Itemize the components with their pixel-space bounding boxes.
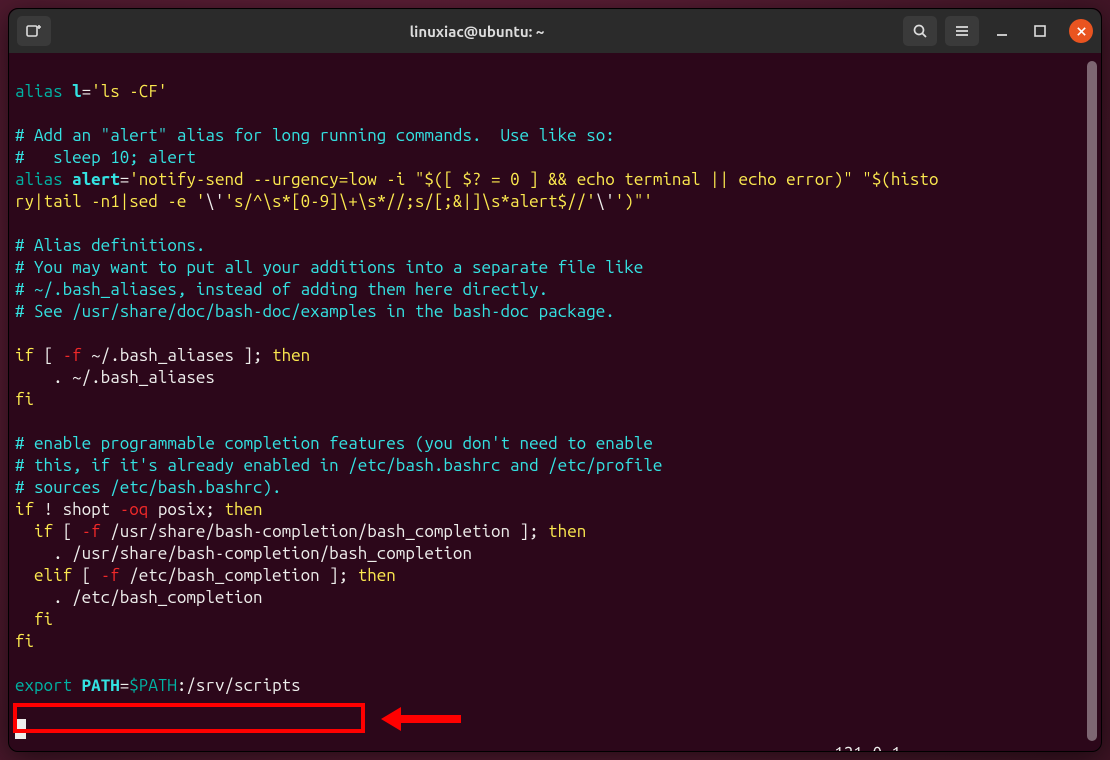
eq: = (82, 82, 92, 101)
comment: # enable programmable completion feature… (15, 434, 653, 453)
code-line: . ~/.bash_aliases (15, 368, 215, 387)
titlebar[interactable]: linuxiac@ubuntu: ~ (9, 9, 1101, 53)
comment: # See /usr/share/doc/bash-doc/examples i… (15, 302, 615, 321)
maximize-button[interactable] (1025, 16, 1055, 46)
alias-name: alert (63, 170, 120, 189)
comment: # You may want to put all your additions… (15, 258, 643, 277)
window-title: linuxiac@ubuntu: ~ (59, 23, 895, 40)
string: ry|tail -n1|sed -e ' (15, 192, 205, 211)
keyword-if: if (15, 346, 34, 365)
new-tab-icon (26, 23, 42, 39)
comment: # sources /etc/bash.bashrc). (15, 478, 282, 497)
keyword-alias: alias (15, 82, 63, 101)
keyword-then: then (224, 500, 262, 519)
keyword-alias: alias (15, 170, 63, 189)
close-icon (1076, 26, 1087, 37)
keyword-export: export (15, 676, 72, 695)
string: 'notify-send --urgency=low -i "$([ $? = … (129, 170, 938, 189)
cursor-position: 121,0-1 (834, 744, 901, 752)
hamburger-icon (954, 23, 970, 39)
alias-name: l (63, 82, 82, 101)
editor-content: alias l='ls -CF' # Add an "alert" alias … (15, 59, 1101, 741)
comment: # Add an "alert" alias for long running … (15, 126, 615, 145)
flag: -f (63, 346, 82, 365)
keyword-fi: fi (15, 610, 53, 629)
search-button[interactable] (903, 16, 937, 46)
minimize-button[interactable] (987, 16, 1017, 46)
flag: -oq (120, 500, 149, 519)
code-line: . /etc/bash_completion (15, 588, 263, 607)
comment: # Alias definitions. (15, 236, 205, 255)
var-ref: $PATH (129, 676, 177, 695)
keyword-then: then (548, 522, 586, 541)
eq: = (120, 170, 130, 189)
var-name: PATH (82, 676, 120, 695)
comment: # sleep 10; alert (15, 148, 196, 167)
code-line: . /usr/share/bash-completion/bash_comple… (15, 544, 472, 563)
vim-status-bar: 121,0-1 Bot (9, 725, 1101, 747)
keyword-fi: fi (15, 632, 34, 651)
keyword-then: then (272, 346, 310, 365)
path-literal: :/srv/scripts (177, 676, 301, 695)
new-tab-button[interactable] (17, 16, 51, 46)
keyword-elif: elif (15, 566, 72, 585)
flag: -f (82, 522, 101, 541)
scrollbar[interactable] (1087, 61, 1097, 741)
minimize-icon (994, 23, 1010, 39)
string: ')"' (615, 192, 653, 211)
comment: # this, if it's already enabled in /etc/… (15, 456, 662, 475)
maximize-icon (1032, 23, 1048, 39)
search-icon (912, 23, 928, 39)
scrollbar-thumb[interactable] (1087, 61, 1097, 741)
keyword-if: if (15, 522, 53, 541)
terminal-window: linuxiac@ubuntu: ~ alias l='ls -CF' # Ad… (8, 8, 1102, 752)
string: 'ls -CF' (91, 82, 167, 101)
keyword-then: then (358, 566, 396, 585)
keyword-if: if (15, 500, 34, 519)
close-button[interactable] (1069, 19, 1093, 43)
esc: \' (596, 192, 615, 211)
terminal-viewport[interactable]: alias l='ls -CF' # Add an "alert" alias … (9, 53, 1101, 751)
comment: # ~/.bash_aliases, instead of adding the… (15, 280, 548, 299)
esc: \' (205, 192, 224, 211)
flag: -f (101, 566, 120, 585)
string: 's/^\s*[0-9]\+\s*//;s/[;&|]\s*alert$//' (224, 192, 595, 211)
menu-button[interactable] (945, 16, 979, 46)
keyword-fi: fi (15, 390, 34, 409)
